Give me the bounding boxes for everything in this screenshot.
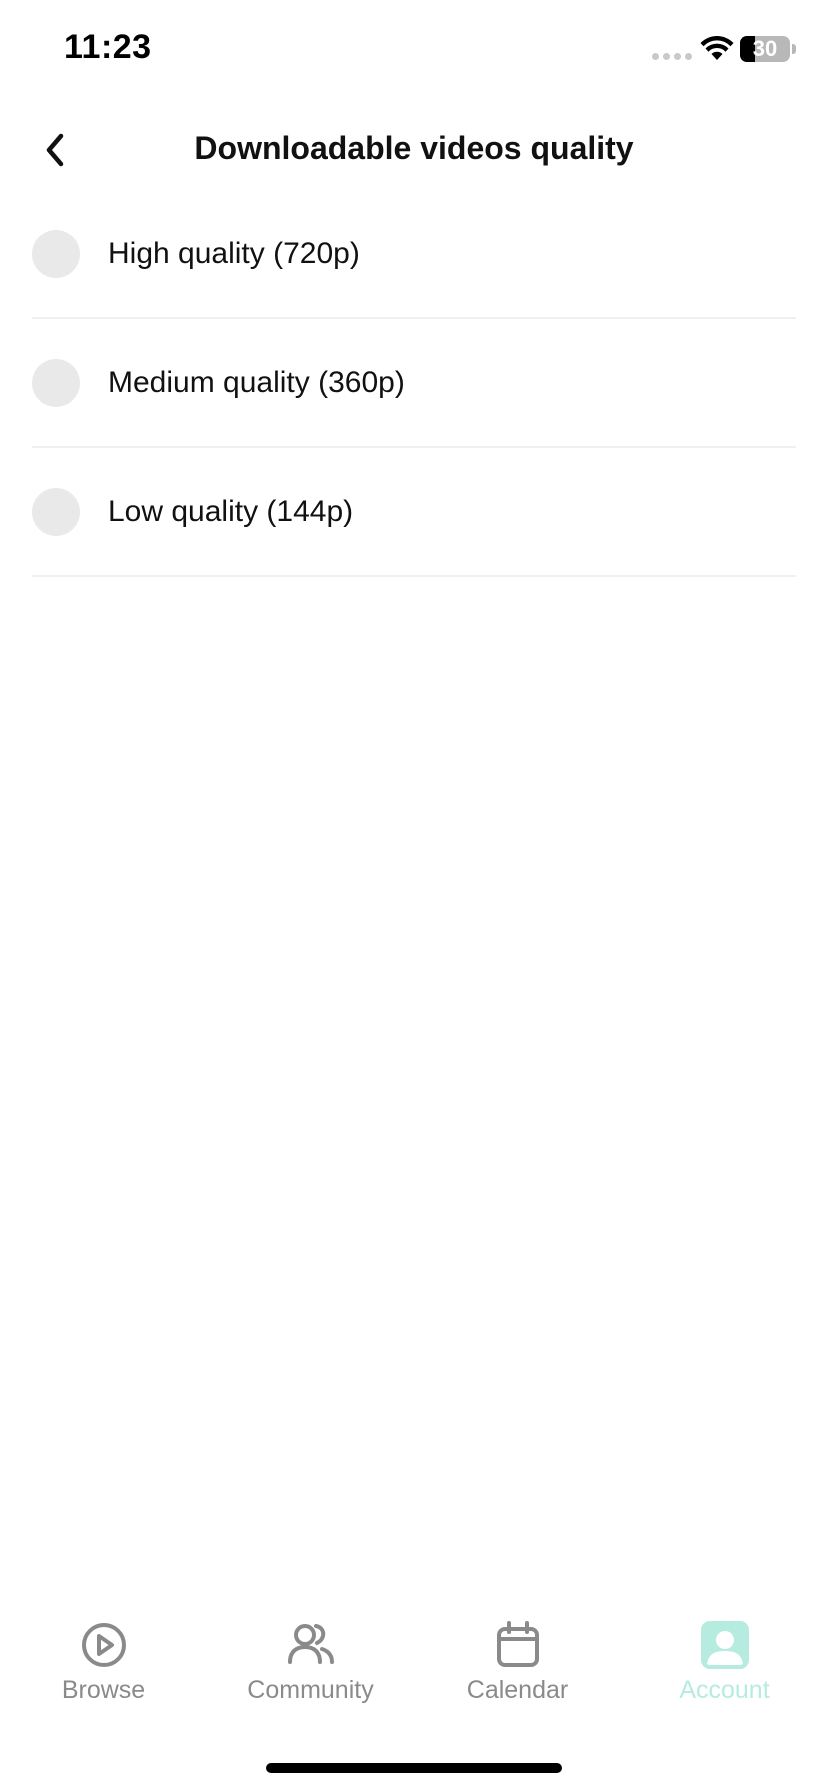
option-medium-quality[interactable]: Medium quality (360p) [32,319,796,448]
tab-label: Community [247,1676,374,1704]
tab-community[interactable]: Community [207,1620,414,1730]
tab-label: Account [679,1676,770,1704]
status-time: 11:23 [64,28,152,66]
wifi-icon [700,36,734,60]
option-low-quality[interactable]: Low quality (144p) [32,448,796,577]
tab-browse[interactable]: Browse [0,1620,207,1730]
users-icon [287,1624,334,1664]
battery-icon: 30 [740,36,790,62]
calendar-icon [496,1621,539,1667]
tab-label: Calendar [466,1676,569,1704]
radio-button[interactable] [32,229,80,278]
page-title: Downloadable videos quality [194,130,634,166]
radio-button[interactable] [32,487,80,536]
option-label: Medium quality (360p) [108,365,405,399]
tab-label: Browse [61,1676,146,1704]
account-icon [700,1621,749,1669]
tab-bar: Browse Community Calendar Account [0,1620,828,1730]
radio-button[interactable] [32,358,80,407]
home-indicator [266,1763,562,1773]
quality-options-list: High quality (720p) Medium quality (360p… [32,190,796,577]
header: Downloadable videos quality [0,112,828,188]
cellular-signal-icon [652,53,692,60]
option-high-quality[interactable]: High quality (720p) [32,190,796,319]
tab-account[interactable]: Account [621,1620,828,1730]
tab-calendar[interactable]: Calendar [414,1620,621,1730]
status-bar: 11:23 30 [0,0,828,100]
option-label: High quality (720p) [108,236,360,270]
play-circle-icon [81,1623,126,1667]
option-label: Low quality (144p) [108,494,354,528]
battery-cap [792,44,796,54]
battery-level: 30 [752,36,778,61]
